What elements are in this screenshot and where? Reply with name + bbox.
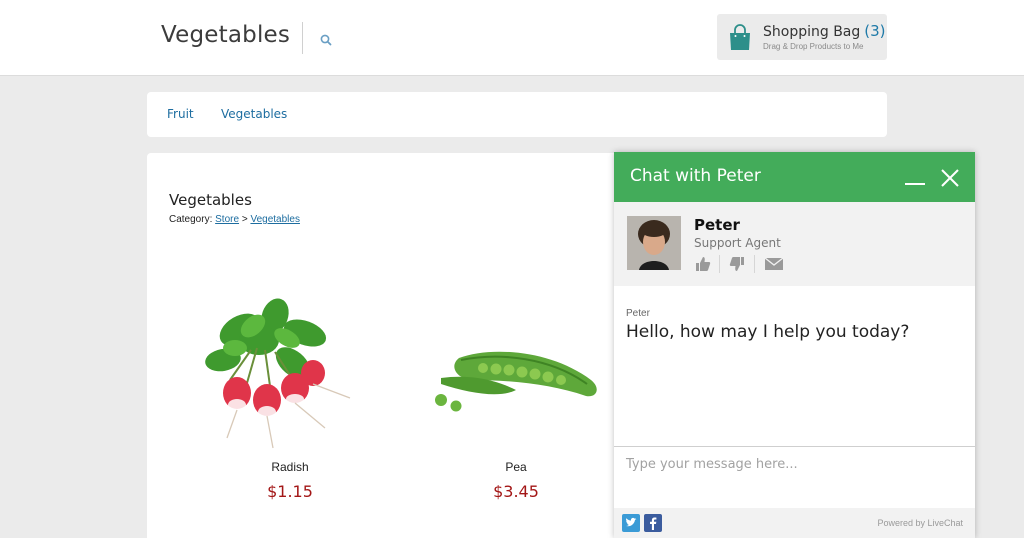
category-link-fruit[interactable]: Fruit bbox=[167, 107, 194, 121]
email-transcript-button[interactable] bbox=[764, 255, 784, 273]
agent-name: Peter bbox=[694, 216, 740, 234]
close-button[interactable] bbox=[939, 167, 961, 189]
rate-good-button[interactable] bbox=[694, 255, 714, 273]
product-name: Radish bbox=[271, 460, 309, 474]
agent-panel: Peter Support Agent bbox=[614, 202, 975, 286]
product-card-radish[interactable]: Radish $1.15 bbox=[175, 288, 405, 508]
action-separator bbox=[754, 255, 755, 273]
product-price: $3.45 bbox=[493, 482, 539, 501]
agent-photo-image bbox=[627, 216, 681, 270]
store-title: Vegetables bbox=[161, 22, 291, 48]
minimize-icon bbox=[905, 183, 925, 185]
search-icon bbox=[320, 34, 332, 46]
category-nav: Fruit Vegetables bbox=[147, 92, 887, 137]
chat-widget: Chat with Peter Peter Support Agent Pete… bbox=[614, 152, 975, 538]
agent-avatar bbox=[627, 216, 681, 270]
breadcrumb-vegetables-link[interactable]: Vegetables bbox=[250, 214, 300, 225]
twitter-icon bbox=[622, 514, 640, 532]
message-area[interactable]: Peter Hello, how may I help you today? bbox=[614, 286, 975, 446]
thumbs-up-icon bbox=[696, 257, 711, 271]
page-heading: Vegetables bbox=[169, 191, 252, 209]
rate-bad-button[interactable] bbox=[728, 255, 748, 273]
breadcrumb-prefix: Category: bbox=[169, 214, 213, 225]
thumbs-down-icon bbox=[729, 257, 744, 271]
product-price: $1.15 bbox=[267, 482, 313, 501]
shopping-bag-title: Shopping Bag bbox=[763, 24, 861, 40]
shopping-bag-button[interactable]: Shopping Bag (3) Drag & Drop Products to … bbox=[717, 14, 887, 60]
action-separator bbox=[719, 255, 720, 273]
message-author: Peter bbox=[626, 308, 650, 319]
facebook-button[interactable] bbox=[644, 514, 662, 532]
minimize-button[interactable] bbox=[904, 167, 926, 189]
chat-footer: Powered by LiveChat bbox=[614, 508, 975, 538]
shopping-bag-subtitle: Drag & Drop Products to Me bbox=[763, 42, 864, 51]
category-link-vegetables[interactable]: Vegetables bbox=[221, 107, 287, 121]
product-name: Pea bbox=[505, 460, 527, 474]
search-button[interactable] bbox=[316, 30, 336, 50]
shopping-bag-count: (3) bbox=[864, 22, 886, 40]
pea-image bbox=[435, 351, 597, 412]
top-header: Vegetables Shopping Bag (3) Drag & Drop P… bbox=[0, 0, 1024, 76]
message-text: Hello, how may I help you today? bbox=[626, 322, 910, 342]
email-icon bbox=[764, 257, 784, 270]
agent-role: Support Agent bbox=[694, 236, 781, 250]
breadcrumb-store-link[interactable]: Store bbox=[215, 214, 239, 225]
product-card-pea[interactable]: Pea $3.45 bbox=[401, 288, 631, 508]
breadcrumb-separator: > bbox=[241, 214, 248, 225]
twitter-button[interactable] bbox=[622, 514, 640, 532]
shopping-bag-icon bbox=[730, 24, 750, 50]
close-icon bbox=[941, 169, 959, 187]
chat-header: Chat with Peter bbox=[614, 152, 975, 202]
facebook-icon bbox=[644, 514, 662, 532]
title-divider bbox=[302, 22, 303, 54]
radish-image bbox=[205, 298, 351, 449]
chat-title: Chat with Peter bbox=[630, 166, 761, 186]
breadcrumb: Category: Store > Vegetables bbox=[169, 214, 300, 225]
message-input[interactable] bbox=[614, 447, 975, 509]
message-input-area bbox=[614, 446, 975, 509]
shopping-bag-label: Shopping Bag (3) bbox=[763, 22, 886, 40]
powered-by-label: Powered by LiveChat bbox=[877, 518, 963, 528]
